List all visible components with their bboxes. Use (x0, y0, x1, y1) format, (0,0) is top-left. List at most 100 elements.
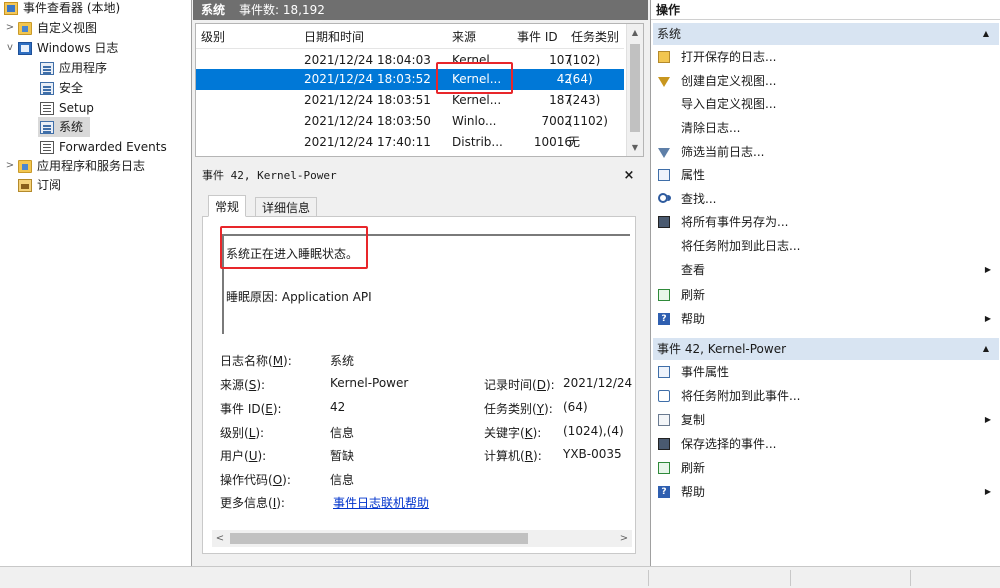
action-import-custom-view[interactable]: 导入自定义视图... (651, 93, 1000, 115)
collapse-icon[interactable]: ▲ (983, 23, 989, 45)
row-source: Kernel... (452, 53, 502, 67)
table-row[interactable]: i信息 2021/12/24 18:04:03 Kernel... 107 (1… (196, 50, 624, 71)
tree-item-forwarded-events[interactable]: Forwarded Events (40, 137, 167, 157)
row-task-category: (102) (568, 53, 601, 67)
action-attach-task-to-log[interactable]: 将任务附加到此日志... (651, 235, 1000, 257)
column-header-datetime[interactable]: 日期和时间 (304, 25, 444, 49)
column-header-source[interactable]: 来源 (452, 25, 508, 49)
action-clear-log[interactable]: 清除日志... (651, 117, 1000, 139)
row-event-id: 10016 (533, 135, 572, 149)
tree-item-system[interactable]: 系统 (38, 117, 90, 137)
action-help[interactable]: ? 帮助 ▶ (651, 308, 1000, 330)
section-title: 事件 42, Kernel-Power (657, 342, 787, 356)
action-open-saved-log[interactable]: 打开保存的日志... (651, 46, 1000, 68)
action-view[interactable]: 查看 ▶ (651, 259, 1000, 281)
status-divider (910, 570, 911, 586)
action-save-all-events[interactable]: 将所有事件另存为... (651, 211, 1000, 233)
refresh-icon (658, 462, 670, 474)
action-help-event[interactable]: ? 帮助 ▶ (651, 481, 1000, 503)
folder-icon (18, 21, 32, 35)
actions-pane: 操作 系统 ▲ 打开保存的日志... 创建自定义视图... 导入自定义视图...… (650, 0, 1000, 566)
find-icon (658, 193, 668, 203)
windows-logs-icon (18, 41, 32, 55)
action-refresh[interactable]: 刷新 (651, 284, 1000, 306)
log-file-icon (40, 140, 54, 154)
action-find[interactable]: 查找... (651, 188, 1000, 210)
description-line: 睡眠原因: Application API (226, 290, 372, 304)
tree-item-label: 订阅 (37, 178, 62, 192)
row-task-category: (243) (568, 93, 601, 107)
action-save-selected-events[interactable]: 保存选择的事件... (651, 433, 1000, 455)
section-title: 系统 (657, 27, 682, 41)
row-source: Winlo... (452, 114, 497, 128)
horizontal-scrollbar[interactable]: < > (212, 530, 632, 547)
scroll-up-icon[interactable]: ▲ (627, 24, 643, 41)
log-header: 系统 事件数: 18,192 (193, 0, 648, 20)
tree-item-label: Setup (59, 101, 94, 115)
chevron-down-icon[interactable]: v (4, 38, 16, 58)
action-attach-task-to-event[interactable]: 将任务附加到此事件... (651, 385, 1000, 407)
tree-item-custom-views[interactable]: > 自定义视图 (4, 18, 97, 38)
action-copy[interactable]: 复制 ▶ (651, 409, 1000, 431)
actions-title: 操作 (651, 0, 1000, 20)
log-icon (40, 61, 54, 75)
tree-item-root[interactable]: 事件查看器 (本地) (4, 0, 120, 18)
action-event-properties[interactable]: 事件属性 (651, 361, 1000, 383)
event-description[interactable]: 系统正在进入睡眠状态。 睡眠原因: Application API (222, 234, 630, 334)
tree-item-subscriptions[interactable]: 订阅 (18, 175, 61, 195)
tree-item-label: Forwarded Events (59, 140, 167, 154)
tree-item-label: 自定义视图 (37, 21, 98, 35)
online-help-link[interactable]: 事件日志联机帮助 (333, 494, 429, 511)
tree-item-label: 系统 (59, 120, 84, 134)
row-source: Distrib... (452, 135, 503, 149)
field-label-logged: 记录时间(D): (484, 378, 555, 392)
action-filter-current-log[interactable]: 筛选当前日志... (651, 141, 1000, 163)
table-row[interactable]: i信息 2021/12/24 18:03:50 Winlo... 7002 (1… (196, 111, 624, 132)
field-label-event-id: 事件 ID(E): (220, 402, 282, 416)
submenu-arrow-icon: ▶ (984, 487, 991, 496)
action-properties[interactable]: 属性 (651, 164, 1000, 186)
column-header-level[interactable]: 级别 (201, 25, 291, 49)
field-value-logged: 2021/12/24 (563, 376, 633, 390)
table-row[interactable]: !警告 2021/12/24 17:40:11 Distrib... 10016… (196, 132, 624, 153)
column-header-event-id[interactable]: 事件 ID (517, 25, 577, 49)
table-row-selected[interactable]: i信息 2021/12/24 18:03:52 Kernel... 42 (64… (196, 69, 624, 90)
save-icon (658, 216, 670, 228)
actions-section-event[interactable]: 事件 42, Kernel-Power ▲ (653, 338, 999, 360)
chevron-right-icon[interactable]: > (4, 18, 16, 38)
vertical-scrollbar[interactable]: ▲ ▼ (626, 24, 643, 156)
collapse-icon[interactable]: ▲ (983, 338, 989, 360)
tree-item-setup[interactable]: Setup (40, 98, 94, 118)
properties-icon (658, 169, 670, 181)
copy-icon (658, 414, 670, 426)
actions-section-log[interactable]: 系统 ▲ (653, 23, 999, 45)
tree-item-security[interactable]: 安全 (40, 78, 83, 98)
tree-item-windows-logs[interactable]: v Windows 日志 (4, 38, 118, 58)
row-task-category: 无 (568, 135, 581, 149)
table-row[interactable]: i信息 2021/12/24 18:03:51 Kernel... 187 (2… (196, 90, 624, 111)
field-value-event-id: 42 (330, 400, 346, 414)
help-icon: ? (658, 313, 670, 325)
column-header-task-category[interactable]: 任务类别 (571, 25, 631, 49)
row-datetime: 2021/12/24 18:03:52 (304, 72, 431, 86)
tree-item-app-service-logs[interactable]: > 应用程序和服务日志 (4, 156, 145, 176)
tab-details[interactable]: 详细信息 (255, 197, 318, 217)
row-task-category: (1102) (568, 114, 608, 128)
scroll-right-icon[interactable]: > (616, 530, 632, 547)
scroll-left-icon[interactable]: < (212, 530, 228, 547)
tree-item-application[interactable]: 应用程序 (40, 58, 107, 78)
close-icon[interactable]: × (620, 166, 638, 186)
row-datetime: 2021/12/24 17:40:11 (304, 135, 431, 149)
field-value-computer: YXB-0035 (563, 447, 622, 461)
field-value-user: 暂缺 (330, 449, 355, 463)
scrollbar-thumb[interactable] (630, 44, 640, 132)
tab-general[interactable]: 常规 (208, 195, 247, 217)
scrollbar-thumb[interactable] (230, 533, 528, 544)
submenu-arrow-icon: ▶ (984, 314, 991, 323)
scroll-down-icon[interactable]: ▼ (627, 139, 643, 156)
action-create-custom-view[interactable]: 创建自定义视图... (651, 70, 1000, 92)
chevron-right-icon[interactable]: > (4, 156, 16, 176)
action-refresh-event[interactable]: 刷新 (651, 457, 1000, 479)
folder-icon (18, 159, 32, 173)
open-icon (658, 51, 670, 63)
